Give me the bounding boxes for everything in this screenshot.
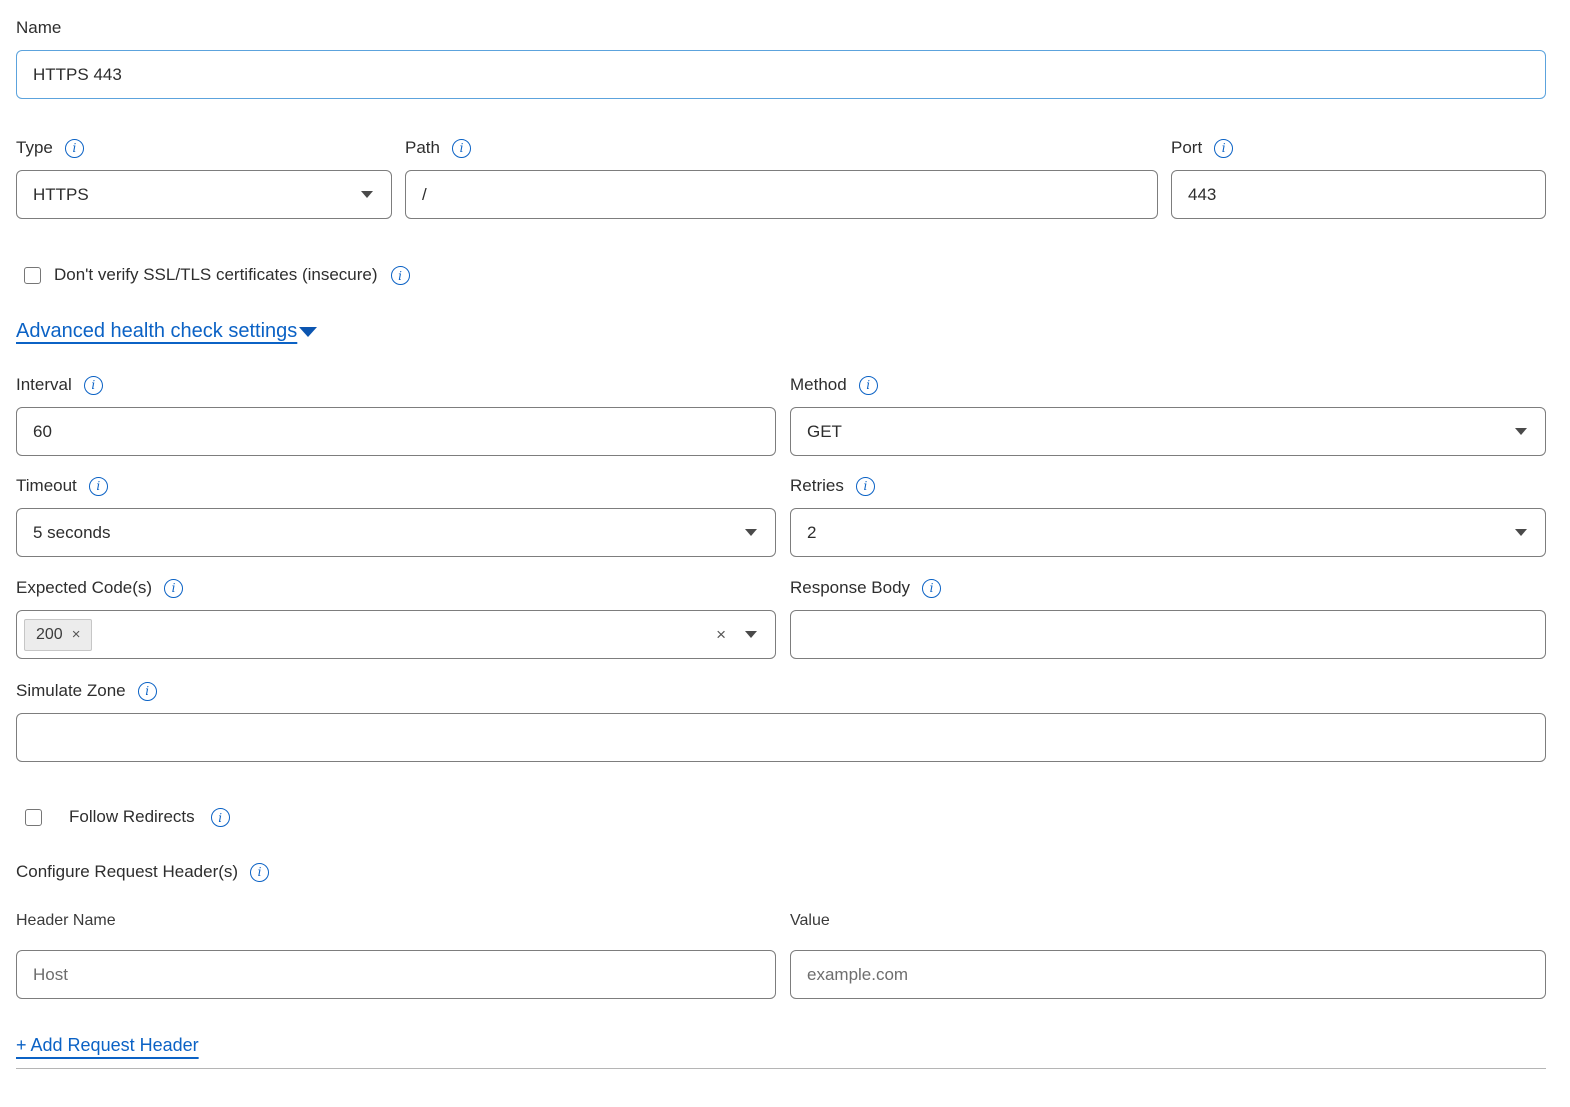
simulate-zone-info-icon[interactable]: i [138,682,157,701]
request-headers-info-icon[interactable]: i [250,863,269,882]
triangle-down-icon [299,327,317,337]
port-label: Port i [1171,136,1233,159]
retries-info-icon[interactable]: i [856,477,875,496]
chevron-down-icon [361,191,373,198]
retries-select[interactable]: 2 [790,508,1546,557]
chevron-down-icon [1515,529,1527,536]
retries-select-value: 2 [807,523,816,543]
method-info-icon[interactable]: i [859,376,878,395]
retries-label: Retries i [790,474,875,497]
method-select-value: GET [807,422,842,442]
port-input[interactable] [1171,170,1546,219]
follow-redirects-checkbox[interactable] [25,809,42,826]
timeout-info-icon[interactable]: i [89,477,108,496]
interval-label: Interval i [16,373,103,396]
verify-ssl-info-icon[interactable]: i [391,266,410,285]
type-select[interactable]: HTTPS [16,170,392,219]
verify-ssl-checkbox[interactable] [24,267,41,284]
method-select[interactable]: GET [790,407,1546,456]
tag-remove-icon[interactable]: × [72,627,81,642]
header-name-label: Header Name [16,909,116,932]
chevron-down-icon [1515,428,1527,435]
expected-code-tag: 200 × [24,619,92,651]
advanced-settings-link[interactable]: Advanced health check settings [16,320,297,343]
path-input[interactable] [405,170,1158,219]
chevron-down-icon[interactable] [745,631,757,638]
port-info-icon[interactable]: i [1214,139,1233,158]
response-body-input[interactable] [790,610,1546,659]
header-value-label: Value [790,909,830,932]
simulate-zone-input[interactable] [16,713,1546,762]
request-headers-section-label: Configure Request Header(s) i [16,860,269,883]
expected-code-tag-value: 200 [36,626,63,644]
path-info-icon[interactable]: i [452,139,471,158]
follow-redirects-info-icon[interactable]: i [211,808,230,827]
method-label: Method i [790,373,878,396]
header-name-input[interactable] [16,950,776,999]
type-label: Type i [16,136,84,159]
expected-codes-label: Expected Code(s) i [16,576,183,599]
interval-input[interactable] [16,407,776,456]
clear-all-icon[interactable]: × [716,626,726,643]
follow-redirects-label: Follow Redirects [69,807,195,827]
header-value-input[interactable] [790,950,1546,999]
health-check-form: Name Type i HTTPS Path i [0,0,1570,1069]
verify-ssl-label: Don't verify SSL/TLS certificates (insec… [54,265,378,285]
expected-codes-multiselect[interactable]: 200 × × [16,610,776,659]
interval-info-icon[interactable]: i [84,376,103,395]
name-label: Name [16,16,61,39]
chevron-down-icon [745,529,757,536]
response-body-info-icon[interactable]: i [922,579,941,598]
section-divider [16,1068,1546,1069]
type-info-icon[interactable]: i [65,139,84,158]
path-label: Path i [405,136,471,159]
name-input[interactable] [16,50,1546,99]
simulate-zone-label: Simulate Zone i [16,679,157,702]
response-body-label: Response Body i [790,576,941,599]
type-select-value: HTTPS [33,185,89,205]
add-request-header-link[interactable]: + Add Request Header [16,1035,199,1055]
timeout-label: Timeout i [16,474,108,497]
timeout-select-value: 5 seconds [33,523,111,543]
timeout-select[interactable]: 5 seconds [16,508,776,557]
expected-codes-info-icon[interactable]: i [164,579,183,598]
